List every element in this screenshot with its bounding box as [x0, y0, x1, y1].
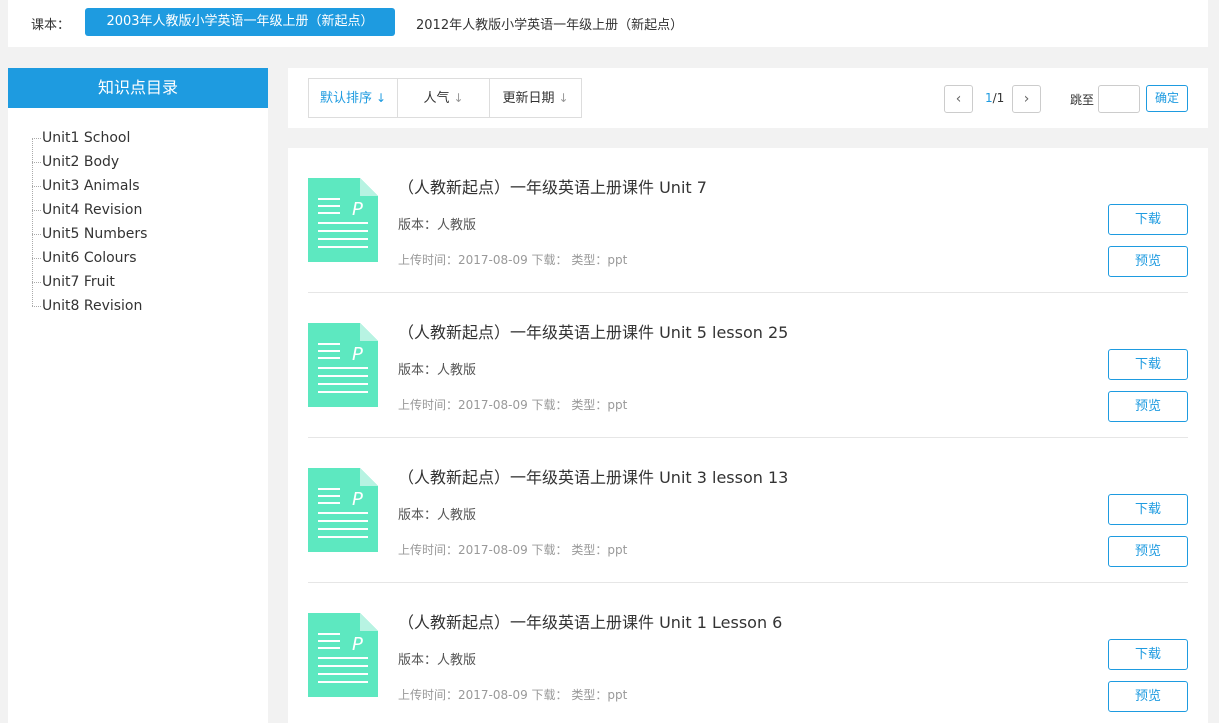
- resource-item: P （人教新起点）一年级英语上册课件 Unit 3 lesson 13 版本：人…: [308, 438, 1188, 583]
- download-button[interactable]: 下载: [1108, 349, 1188, 380]
- svg-text:P: P: [352, 199, 363, 220]
- resource-version: 版本：人教版: [398, 653, 477, 668]
- arrow-down-icon: ↓: [453, 91, 464, 105]
- next-page-button[interactable]: ›: [1012, 85, 1041, 113]
- resource-item: P （人教新起点）一年级英语上册课件 Unit 7 版本：人教版 上传时间：20…: [308, 148, 1188, 293]
- jump-label: 跳至: [1070, 93, 1095, 107]
- svg-text:P: P: [352, 489, 363, 510]
- unit-item-7[interactable]: Unit7 Fruit: [8, 270, 268, 294]
- sort-popular-label: 人气: [423, 91, 450, 106]
- resource-list: P （人教新起点）一年级英语上册课件 Unit 7 版本：人教版 上传时间：20…: [288, 148, 1208, 723]
- unit-item-4[interactable]: Unit4 Revision: [8, 198, 268, 222]
- resource-title[interactable]: （人教新起点）一年级英语上册课件 Unit 5 lesson 25: [398, 319, 788, 343]
- unit-item-8[interactable]: Unit8 Revision: [8, 294, 268, 318]
- unit-item-6[interactable]: Unit6 Colours: [8, 246, 268, 270]
- svg-text:P: P: [352, 634, 363, 655]
- chevron-left-icon: ‹: [955, 91, 962, 107]
- jump-confirm-button[interactable]: 确定: [1146, 85, 1188, 112]
- knowledge-sidebar: 知识点目录 Unit1 School Unit2 Body Unit3 Anim…: [8, 68, 268, 723]
- preview-button[interactable]: 预览: [1108, 681, 1188, 712]
- resource-meta: 上传时间：2017-08-09 下载： 类型：ppt: [398, 253, 628, 267]
- ppt-file-icon: P: [308, 323, 378, 407]
- resource-title[interactable]: （人教新起点）一年级英语上册课件 Unit 3 lesson 13: [398, 464, 788, 488]
- sort-default-label: 默认排序: [319, 91, 372, 106]
- download-button[interactable]: 下载: [1108, 639, 1188, 670]
- textbook-option-2003[interactable]: 2003年人教版小学英语一年级上册（新起点）: [85, 8, 395, 36]
- preview-button[interactable]: 预览: [1108, 246, 1188, 277]
- page-total: /1: [992, 91, 1005, 105]
- sort-date-button[interactable]: 更新日期 ↓: [490, 79, 581, 117]
- sort-popular-button[interactable]: 人气 ↓: [398, 79, 490, 117]
- ppt-file-icon: P: [308, 468, 378, 552]
- unit-item-5[interactable]: Unit5 Numbers: [8, 222, 268, 246]
- ppt-file-icon: P: [308, 178, 378, 262]
- textbook-label: 课本：: [31, 18, 71, 33]
- resource-item: P （人教新起点）一年级英语上册课件 Unit 1 Lesson 6 版本：人教…: [308, 583, 1188, 723]
- page-indicator: 1/1: [985, 91, 1004, 105]
- page-current: 1: [985, 91, 993, 105]
- sort-date-label: 更新日期: [502, 91, 555, 106]
- resource-meta: 上传时间：2017-08-09 下载： 类型：ppt: [398, 398, 628, 412]
- unit-item-1[interactable]: Unit1 School: [8, 126, 268, 150]
- preview-button[interactable]: 预览: [1108, 391, 1188, 422]
- resource-version: 版本：人教版: [398, 218, 477, 233]
- chevron-right-icon: ›: [1023, 91, 1030, 107]
- preview-button[interactable]: 预览: [1108, 536, 1188, 567]
- sort-group: 默认排序 ↓ 人气 ↓ 更新日期 ↓: [308, 78, 582, 118]
- resource-item: P （人教新起点）一年级英语上册课件 Unit 5 lesson 25 版本：人…: [308, 293, 1188, 438]
- resource-version: 版本：人教版: [398, 508, 477, 523]
- download-button[interactable]: 下载: [1108, 494, 1188, 525]
- textbook-option-2012[interactable]: 2012年人教版小学英语一年级上册（新起点）: [416, 14, 683, 33]
- resource-version: 版本：人教版: [398, 363, 477, 378]
- sidebar-title: 知识点目录: [8, 68, 268, 108]
- download-button[interactable]: 下载: [1108, 204, 1188, 235]
- resource-title[interactable]: （人教新起点）一年级英语上册课件 Unit 1 Lesson 6: [398, 609, 782, 633]
- unit-tree: Unit1 School Unit2 Body Unit3 Animals Un…: [8, 108, 268, 318]
- unit-item-2[interactable]: Unit2 Body: [8, 150, 268, 174]
- unit-item-3[interactable]: Unit3 Animals: [8, 174, 268, 198]
- resource-title[interactable]: （人教新起点）一年级英语上册课件 Unit 7: [398, 174, 707, 198]
- resource-meta: 上传时间：2017-08-09 下载： 类型：ppt: [398, 688, 628, 702]
- textbook-bar: 课本： 2003年人教版小学英语一年级上册（新起点） 2012年人教版小学英语一…: [8, 0, 1208, 47]
- arrow-down-icon: ↓: [558, 91, 569, 105]
- sort-default-button[interactable]: 默认排序 ↓: [309, 79, 398, 117]
- jump-page-input[interactable]: [1098, 85, 1140, 113]
- prev-page-button[interactable]: ‹: [944, 85, 973, 113]
- svg-text:P: P: [352, 344, 363, 365]
- ppt-file-icon: P: [308, 613, 378, 697]
- sort-bar: 默认排序 ↓ 人气 ↓ 更新日期 ↓ ‹ 1/1 › 跳至 确定: [288, 68, 1208, 128]
- arrow-down-icon: ↓: [375, 91, 387, 105]
- resource-meta: 上传时间：2017-08-09 下载： 类型：ppt: [398, 543, 628, 557]
